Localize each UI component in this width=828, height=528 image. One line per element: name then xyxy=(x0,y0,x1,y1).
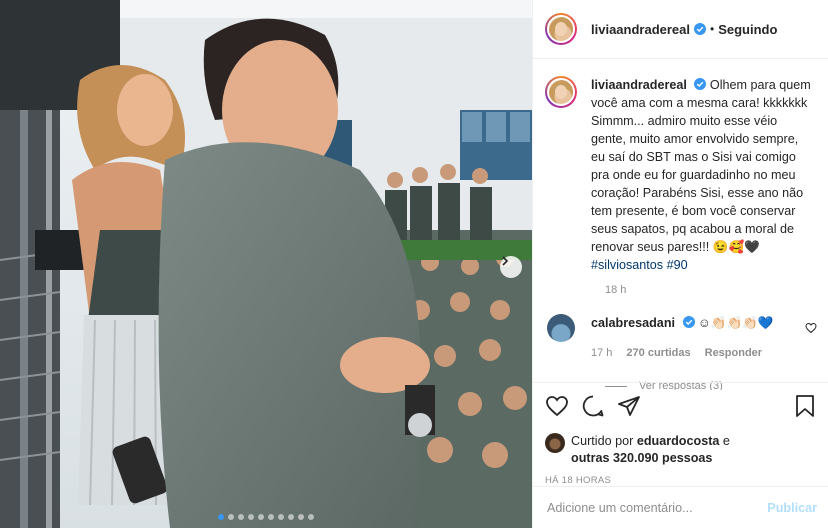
comment-item: calabresadani ☺👏🏻👏🏻👏🏻💙 17 h 270 curtidas… xyxy=(545,314,817,362)
caption-hashtags[interactable]: #silviosantos #90 xyxy=(591,258,688,272)
carousel-dot xyxy=(268,514,274,520)
carousel-dot xyxy=(238,514,244,520)
verified-icon xyxy=(694,78,707,90)
liker-avatar[interactable] xyxy=(545,433,565,453)
commenter-username[interactable]: calabresadani xyxy=(591,316,675,330)
verified-icon xyxy=(694,23,706,35)
share-icon[interactable] xyxy=(617,394,641,418)
carousel-dot xyxy=(248,514,254,520)
carousel-indicator xyxy=(0,514,532,520)
separator-dot: • xyxy=(710,22,715,36)
caption-author-avatar[interactable] xyxy=(545,76,577,108)
carousel-dot xyxy=(288,514,294,520)
heart-icon[interactable] xyxy=(545,394,569,418)
post-timestamp[interactable]: HÁ 18 HORAS xyxy=(545,475,817,486)
comment-form: Publicar xyxy=(533,486,828,528)
comment-likes[interactable]: 270 curtidas xyxy=(626,344,690,362)
liked-conjunction: e xyxy=(722,434,730,448)
post-sidebar: liviaandradereal • Seguindo liviaandrade… xyxy=(532,0,828,528)
post-photo[interactable] xyxy=(0,0,532,528)
post-image xyxy=(0,0,532,528)
chevron-right-icon xyxy=(502,256,509,266)
verified-icon xyxy=(682,316,695,328)
reply-button[interactable]: Responder xyxy=(705,344,762,362)
post-header: liviaandradereal • Seguindo xyxy=(533,0,828,59)
caption-author[interactable]: liviaandradereal xyxy=(591,78,687,92)
others-likes[interactable]: outras 320.090 pessoas xyxy=(571,451,712,465)
carousel-dot xyxy=(228,514,234,520)
liked-by-prefix: Curtido por xyxy=(571,434,634,448)
comment-text: ☺👏🏻👏🏻👏🏻💙 xyxy=(698,316,774,330)
author-username[interactable]: liviaandradereal xyxy=(591,22,690,37)
liker-username[interactable]: eduardocosta xyxy=(637,434,720,448)
post-actions: Curtido por eduardocosta e outras 320.09… xyxy=(533,382,828,502)
carousel-dot xyxy=(298,514,304,520)
comment-heart-icon[interactable] xyxy=(805,322,817,334)
caption-timestamp: 18 h xyxy=(605,284,627,296)
comment-timestamp: 17 h xyxy=(591,347,613,359)
caption-text: Olhem para quem você ama com a mesma car… xyxy=(591,78,811,254)
likes-summary: Curtido por eduardocosta e outras 320.09… xyxy=(545,433,817,467)
caption: liviaandradereal Olhem para quem você am… xyxy=(545,76,813,274)
next-slide-button[interactable] xyxy=(500,256,522,278)
author-avatar[interactable] xyxy=(545,13,577,45)
comments-scroll[interactable]: liviaandradereal Olhem para quem você am… xyxy=(533,60,828,390)
carousel-dot xyxy=(218,514,224,520)
comment-input[interactable] xyxy=(547,500,768,515)
comment-icon[interactable] xyxy=(581,394,605,418)
publish-button[interactable]: Publicar xyxy=(767,501,817,515)
bookmark-icon[interactable] xyxy=(793,394,817,418)
carousel-dot xyxy=(308,514,314,520)
carousel-dot xyxy=(278,514,284,520)
following-button[interactable]: Seguindo xyxy=(718,22,777,37)
carousel-dot xyxy=(258,514,264,520)
commenter-avatar[interactable] xyxy=(547,314,575,342)
